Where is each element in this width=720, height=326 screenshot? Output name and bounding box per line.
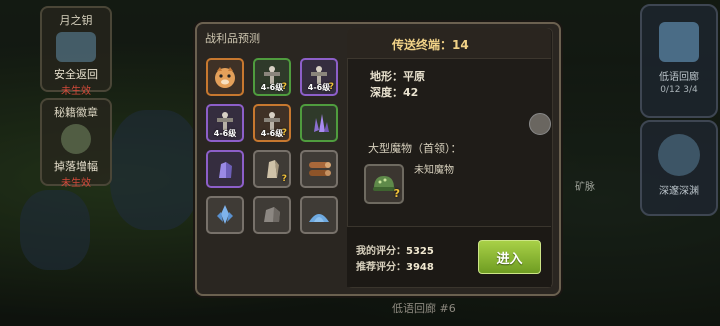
card-status: 未生效 <box>61 178 91 189</box>
depth-row: 深度：42 <box>370 84 418 100</box>
my-score-label: 我的评分： <box>356 246 406 257</box>
card-label: 掉落增幅 <box>54 160 98 173</box>
ice-crystal-icon <box>217 205 233 224</box>
abyss-icon <box>658 134 700 176</box>
loot-slot-stone[interactable] <box>253 196 291 234</box>
wood-icon <box>309 162 331 176</box>
crystal-icon <box>314 114 329 132</box>
deep-abyss-card[interactable]: 深邃深渊 <box>640 120 718 216</box>
loot-slot-wood[interactable] <box>300 150 338 188</box>
whisper-corridor-card[interactable]: 低语回廊 0/12 3/4 <box>640 4 718 118</box>
loot-slot-shiba[interactable] <box>206 58 244 96</box>
stone-icon <box>264 207 280 222</box>
loot-slot-ice-crystal[interactable] <box>206 196 244 234</box>
loot-slot-totem[interactable]: 4-6级 <box>206 104 244 142</box>
terrain-row: 地形：平原 <box>370 68 425 84</box>
my-score-row: 我的评分：5325 <box>356 242 434 257</box>
sand-icon <box>309 214 329 222</box>
level-range: 4-6级 <box>213 129 237 138</box>
unknown-mark: ? <box>281 174 287 184</box>
moon-key-card[interactable]: 月之钥 安全返回 未生效 <box>40 6 112 97</box>
loot-slot-crystal[interactable] <box>206 150 244 188</box>
recommended-score-row: 推荐评分：3948 <box>356 258 434 273</box>
destination-label: 传送终端： <box>392 38 453 52</box>
card-status: 未生效 <box>61 86 91 97</box>
unknown-mark: ? <box>393 187 400 200</box>
crystal-icon <box>219 162 232 178</box>
card-label: 深邃深渊 <box>659 186 699 197</box>
depth-value: 42 <box>403 86 419 99</box>
boss-slot[interactable]: ? <box>364 164 404 204</box>
ore-label: 矿脉 <box>575 182 595 193</box>
shiba-icon <box>215 67 235 88</box>
boss-label: 大型魔物（首领）： <box>368 142 462 155</box>
bottom-hint: 低语回廊 #6 <box>392 302 456 315</box>
depth-label: 深度： <box>370 86 403 99</box>
badge-icon <box>61 124 91 154</box>
recommended-score-value: 3948 <box>406 262 434 273</box>
card-title: 月之钥 <box>59 14 93 27</box>
my-score-value: 5325 <box>406 246 434 257</box>
card-title: 秘籍徽章 <box>54 106 98 119</box>
terrain-label: 地形： <box>370 70 403 83</box>
enter-button[interactable]: 进入 <box>478 240 541 274</box>
destination-title: 传送终端：14 <box>392 36 522 53</box>
scroll-toggle[interactable] <box>529 113 551 135</box>
unknown-mark: ? <box>281 128 287 138</box>
terrain-value: 平原 <box>403 70 425 83</box>
recommended-score-label: 推荐评分： <box>356 262 406 273</box>
loot-slot-sand[interactable] <box>300 196 338 234</box>
unknown-mark: ? <box>328 82 334 92</box>
count-a: 0/12 <box>660 85 681 95</box>
loot-title: 战利品预测 <box>205 32 260 45</box>
loot-slot-crystal[interactable]: ? <box>253 150 291 188</box>
loot-slot-totem[interactable]: 4-6级 ? <box>253 58 291 96</box>
unknown-mark: ? <box>281 82 287 92</box>
boss-name: 未知魔物 <box>414 165 454 176</box>
loot-slot-totem[interactable]: 4-6级 ? <box>253 104 291 142</box>
loot-slot-crystal[interactable] <box>300 104 338 142</box>
card-label: 安全返回 <box>54 68 98 81</box>
destination-value: 14 <box>452 38 469 52</box>
count-b: 3/4 <box>683 85 698 95</box>
loot-slot-totem[interactable]: 4-6级 ? <box>300 58 338 96</box>
rune-icon <box>659 22 699 62</box>
card-label: 低语回廊 <box>659 72 699 83</box>
moon-key-icon <box>56 32 96 62</box>
badge-card[interactable]: 秘籍徽章 掉落增幅 未生效 <box>40 98 112 189</box>
